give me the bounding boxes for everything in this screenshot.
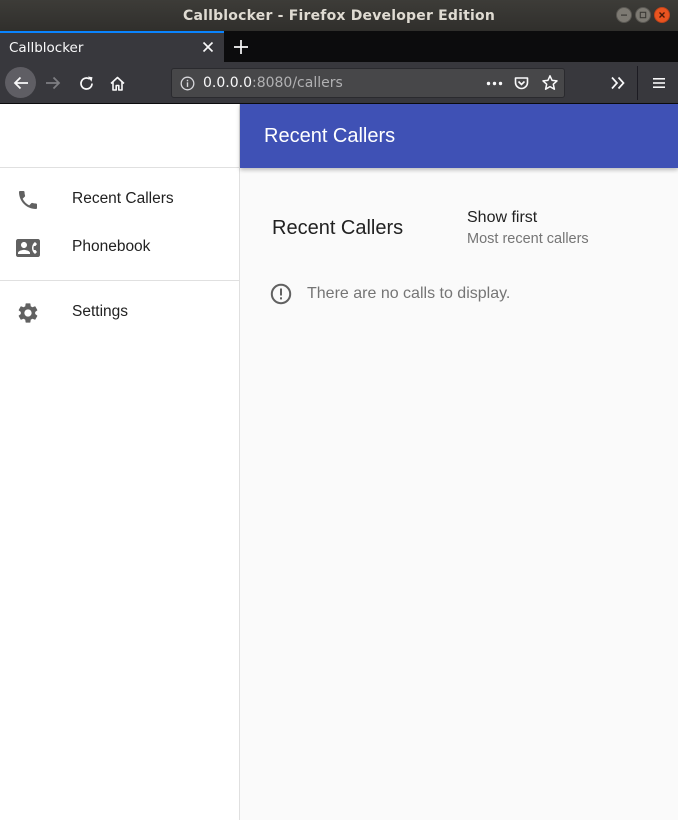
- gear-icon: [18, 303, 38, 323]
- menu-button[interactable]: [649, 73, 669, 93]
- hamburger-menu-icon: [653, 78, 665, 88]
- arrow-right-icon: [46, 76, 61, 90]
- show-first-value: Most recent callers: [467, 231, 589, 247]
- drawer-divider: [0, 280, 239, 281]
- drawer-item-label: Phonebook: [72, 238, 151, 255]
- empty-state: There are no calls to display.: [270, 283, 510, 305]
- drawer-item-label: Settings: [72, 303, 129, 320]
- main-content: Recent Callers Show first Most recent ca…: [240, 168, 678, 820]
- alert-circle-icon: [270, 283, 292, 305]
- url-host: 0.0.0.0: [203, 75, 252, 91]
- arrow-left-icon: [13, 76, 28, 89]
- drawer-header: [0, 104, 239, 168]
- close-window-button[interactable]: [654, 7, 670, 23]
- toolbar-divider: [637, 66, 638, 100]
- contact-card-icon: [16, 239, 40, 257]
- close-icon: [659, 12, 665, 18]
- show-first-select[interactable]: Show first Most recent callers: [467, 209, 589, 247]
- drawer-item-settings[interactable]: Settings: [0, 289, 239, 337]
- tab-close-icon[interactable]: [202, 41, 214, 53]
- empty-message: There are no calls to display.: [307, 285, 511, 302]
- minimize-button[interactable]: [616, 7, 632, 23]
- home-button[interactable]: [106, 72, 128, 94]
- maximize-icon: [639, 11, 647, 19]
- app-bar: Recent Callers: [240, 104, 678, 168]
- window-title: Callblocker - Firefox Developer Edition: [182, 7, 496, 24]
- bookmark-star-icon[interactable]: [541, 74, 559, 92]
- url-path: :8080/callers: [251, 75, 343, 91]
- minimize-icon: [621, 14, 627, 16]
- maximize-button[interactable]: [635, 7, 651, 23]
- page-viewport: Recent Callers Phonebook Settings Recent…: [0, 104, 678, 820]
- overflow-button[interactable]: [608, 73, 628, 93]
- back-button[interactable]: [5, 67, 36, 98]
- info-icon[interactable]: [180, 76, 195, 91]
- url-bar[interactable]: 0.0.0.0:8080/callers: [171, 68, 565, 98]
- pocket-icon[interactable]: [513, 75, 530, 92]
- drawer-item-phonebook[interactable]: Phonebook: [0, 224, 239, 272]
- drawer-item-label: Recent Callers: [72, 190, 174, 207]
- chevron-double-right-icon: [611, 76, 625, 90]
- section-title: Recent Callers: [272, 217, 404, 239]
- navigation-toolbar: 0.0.0.0:8080/callers: [0, 62, 678, 104]
- page-actions-icon[interactable]: [486, 81, 503, 86]
- navigation-drawer: Recent Callers Phonebook Settings: [0, 104, 240, 820]
- reload-button[interactable]: [75, 72, 97, 94]
- home-icon: [109, 76, 125, 91]
- url-text: 0.0.0.0:8080/callers: [203, 75, 343, 91]
- new-tab-button[interactable]: [224, 31, 258, 62]
- show-first-label: Show first: [467, 209, 538, 226]
- tab-strip: Callblocker: [0, 31, 678, 62]
- window-titlebar: Callblocker - Firefox Developer Edition: [0, 0, 678, 31]
- reload-icon: [79, 76, 93, 90]
- page-title: Recent Callers: [264, 125, 396, 147]
- plus-icon: [234, 39, 248, 54]
- tab-callblocker[interactable]: Callblocker: [0, 31, 224, 62]
- phone-icon: [19, 191, 37, 209]
- drawer-item-recent-callers[interactable]: Recent Callers: [0, 176, 239, 224]
- forward-button[interactable]: [42, 72, 64, 94]
- tab-label: Callblocker: [9, 39, 84, 56]
- window-controls: [616, 7, 670, 23]
